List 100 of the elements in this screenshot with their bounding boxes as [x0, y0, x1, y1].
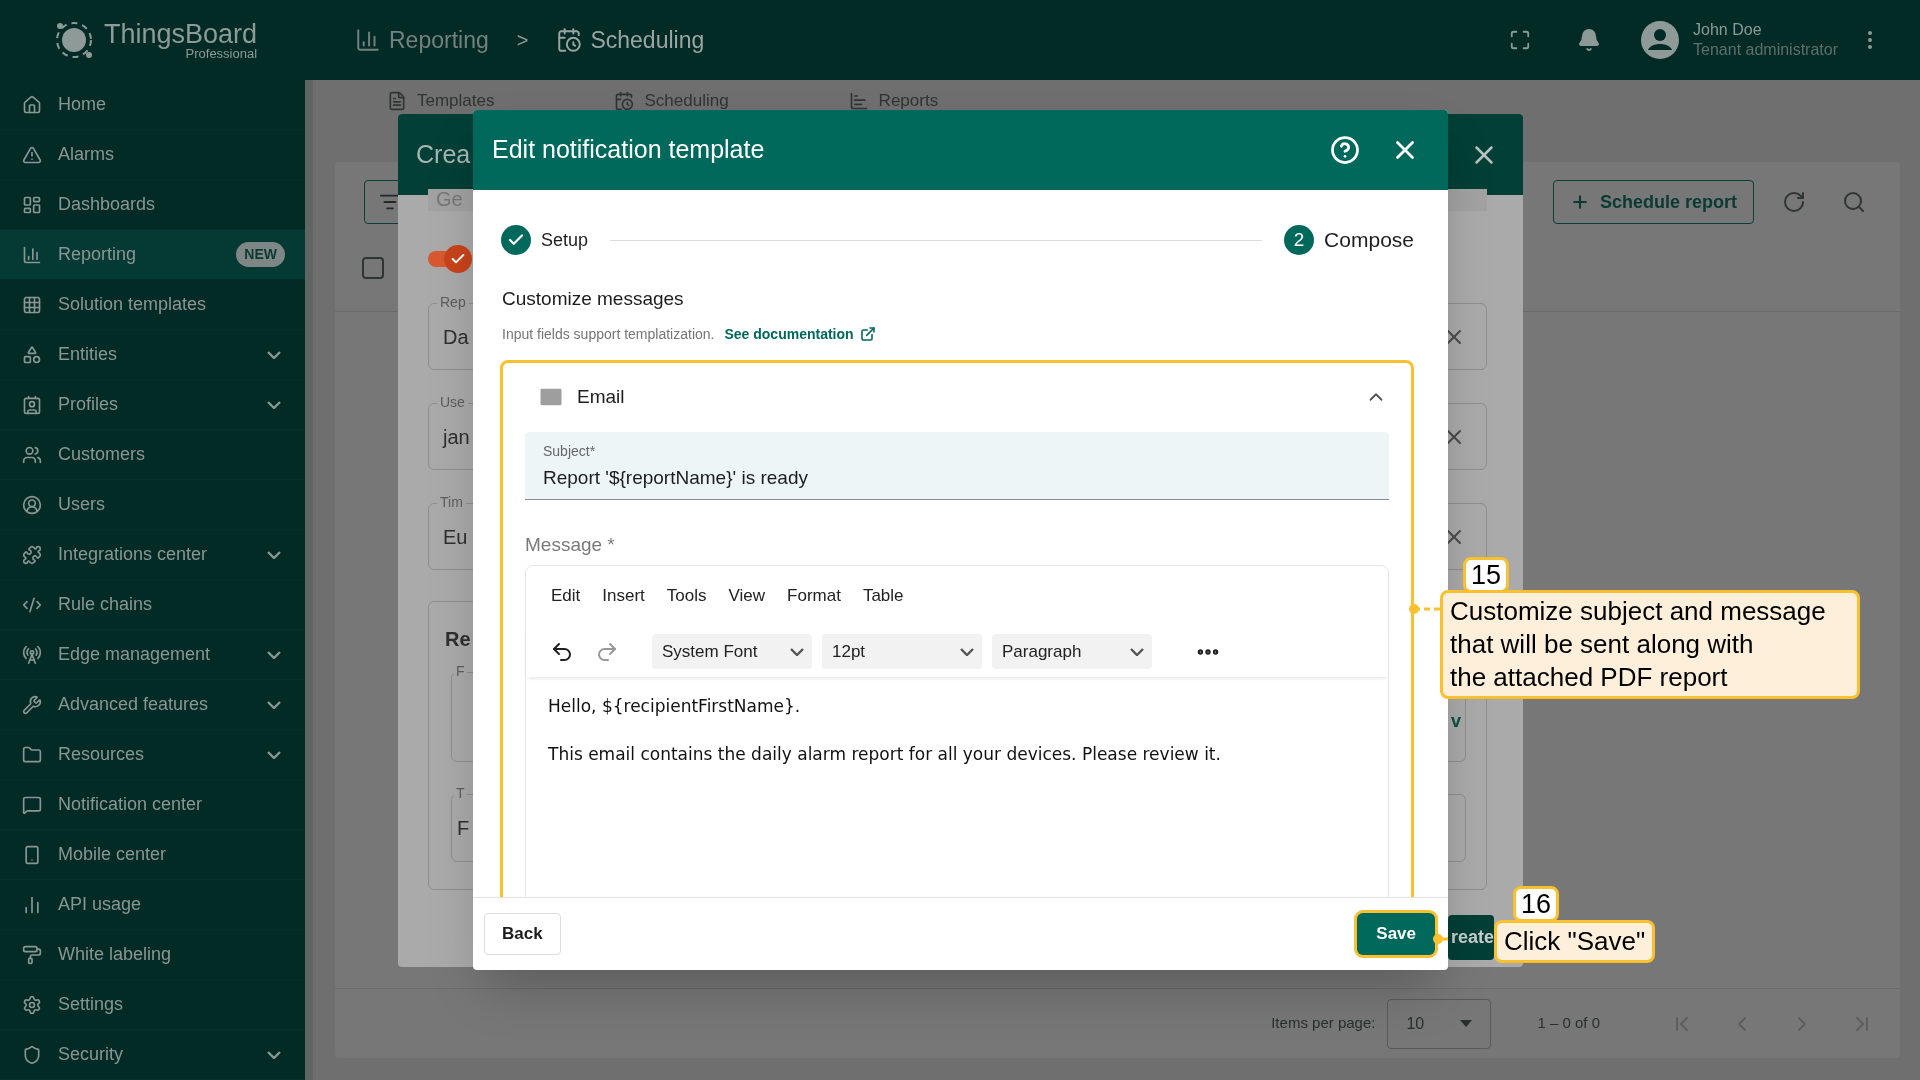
message-paragraph: This email contains the daily alarm report for all your devices. Please review it. [548, 744, 1222, 765]
dialog-title: Crea [416, 138, 471, 170]
page-tab[interactable]: Templates [387, 88, 495, 114]
message-paragraph: Hello, ${recipientFirstName}. [548, 696, 802, 717]
stepper-step[interactable]: 2 Compose [1284, 224, 1414, 256]
hint-text: Input fields support templatization. [502, 324, 715, 344]
phone-icon [22, 844, 42, 865]
callout-text: Click "Save" [1494, 920, 1656, 963]
stepper-step[interactable]: Setup [501, 225, 589, 255]
sidebar-item[interactable]: Reporting NEW [0, 230, 305, 280]
editor-menu-item[interactable]: Tools [666, 583, 707, 609]
toggle-switch[interactable] [428, 245, 472, 273]
chat-icon [22, 794, 42, 815]
section-title: Re [445, 627, 471, 652]
wrench-icon [22, 694, 42, 715]
sidebar-item[interactable]: Integrations center [0, 530, 305, 580]
callout-number: 15 [1463, 557, 1510, 593]
external-link-icon [859, 326, 876, 342]
dropdown-caret-icon [1460, 1020, 1473, 1027]
subject-field[interactable]: Subject* Report '${reportName}' is ready [525, 431, 1389, 500]
bar-chart-icon [355, 27, 381, 53]
message-label: Message * [525, 532, 615, 557]
editor-menu-item[interactable]: View [728, 583, 766, 609]
field-value: Eu [443, 524, 468, 550]
save-button[interactable]: Save [1357, 913, 1435, 955]
chevron-down-icon [267, 550, 281, 559]
chart-icon [22, 894, 42, 915]
chevron-down-icon [267, 350, 281, 359]
field-label: T [454, 786, 467, 800]
page-range: 1 – 0 of 0 [1537, 1013, 1600, 1034]
document-icon [387, 90, 407, 111]
chevron-down-icon [267, 700, 281, 709]
back-button[interactable]: Back [484, 913, 561, 955]
schedule-report-button[interactable]: Schedule report [1552, 180, 1754, 224]
editor-dropdown[interactable]: Paragraph [992, 634, 1152, 669]
callout-number: 16 [1513, 886, 1560, 922]
shapes-icon [22, 344, 42, 365]
breadcrumb-link[interactable]: Scheduling [556, 22, 705, 58]
field-value: jan [443, 424, 470, 450]
refresh-icon[interactable] [1782, 190, 1806, 214]
chevron-down-icon [267, 1050, 281, 1059]
link-text[interactable]: v [1451, 708, 1461, 735]
create-button[interactable]: reate [1448, 915, 1494, 960]
sidebar-item[interactable]: Profiles [0, 380, 305, 430]
page-tab[interactable]: Scheduling [614, 88, 729, 114]
field-label: Use [437, 395, 468, 409]
logo-title: ThingsBoard [104, 20, 258, 48]
settings-icon [22, 994, 42, 1015]
shield-icon [22, 1044, 42, 1065]
field-label: F [454, 664, 467, 678]
editor-menu-item[interactable]: Insert [602, 583, 645, 609]
chevron-down-icon [267, 400, 281, 409]
documentation-link[interactable]: See documentation [724, 323, 876, 345]
warning-icon [22, 144, 42, 165]
field-value: F [457, 816, 470, 841]
items-per-page-label: Items per page: [1271, 1013, 1376, 1034]
calendar-clock-icon [556, 27, 583, 53]
breadcrumb-link[interactable]: Reporting [355, 22, 489, 58]
folder-icon [22, 744, 42, 765]
editor-dropdown[interactable]: System Font [652, 634, 812, 669]
editor-menu-item[interactable]: Format [787, 583, 841, 609]
id-card-icon [22, 394, 42, 415]
chevron-down-icon [960, 647, 974, 656]
fullscreen-icon[interactable] [1509, 29, 1532, 51]
dialog-title: Edit notification template [492, 134, 765, 166]
editor-menu-item[interactable]: Edit [551, 583, 581, 609]
editor-dropdown[interactable]: 12pt [822, 634, 982, 669]
field-label: Rep [437, 295, 469, 309]
dashboard-icon [22, 194, 42, 215]
search-icon[interactable] [1842, 190, 1866, 214]
help-icon[interactable] [1330, 135, 1360, 165]
user-role: Tenant administrator [1693, 40, 1838, 60]
antenna-icon [22, 644, 42, 665]
page-size-select[interactable]: 10 [1387, 998, 1492, 1049]
breadcrumb-separator: > [516, 28, 529, 53]
bar-chart-icon [22, 244, 42, 265]
user-icon [22, 494, 42, 515]
sidebar-item[interactable]: Users [0, 480, 305, 530]
grid-icon [22, 294, 42, 315]
section-heading: Customize messages [501, 287, 685, 311]
bar-chart-icon [848, 90, 869, 111]
leader-line [1432, 932, 1448, 946]
chevron-down-icon [267, 650, 281, 659]
paint-roller-icon [22, 944, 42, 965]
section-title: Email [577, 384, 625, 409]
callout-text: Customize subject and message that will be sent along with the attached PDF report [1440, 590, 1860, 699]
select-all-checkbox[interactable] [362, 256, 384, 279]
scrollbar[interactable] [305, 80, 313, 1080]
avatar-icon[interactable] [1641, 21, 1680, 59]
people-icon [22, 444, 42, 465]
logo-subtitle: Professional [185, 46, 258, 60]
field-value: Da [443, 324, 469, 350]
chevron-down-icon [267, 750, 281, 759]
notifications-icon[interactable] [1577, 28, 1602, 52]
sidebar-item[interactable]: Edge management [0, 630, 305, 680]
chevron-down-icon [1130, 647, 1144, 656]
new-badge: NEW [236, 242, 285, 267]
house-icon [22, 94, 42, 115]
user-name: John Doe [1693, 20, 1763, 40]
editor-menu-item[interactable]: Table [862, 583, 904, 609]
